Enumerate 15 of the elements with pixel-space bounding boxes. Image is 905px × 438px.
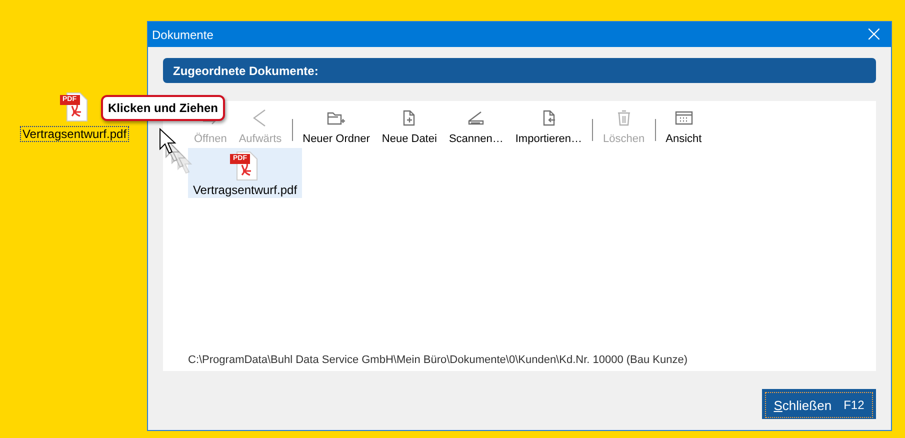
tooltip: Klicken und Ziehen: [101, 95, 226, 121]
toolbar-button[interactable]: Ansicht: [660, 109, 708, 145]
folder-path: C:\ProgramData\Buhl Data Service GmbH\Mein Büro\Dokumente\0\Kunden\Kd.Nr. 10000 (Bau Kunze): [188, 354, 689, 366]
close-button[interactable]: ×: [857, 22, 891, 47]
close-dialog-button[interactable]: Schließen F12: [762, 389, 876, 419]
toolbar-button[interactable]: Scannen…: [442, 109, 510, 145]
toolbar-button[interactable]: Neuer Ordner: [296, 109, 376, 145]
toolbar-button[interactable]: Neue Datei: [376, 109, 443, 145]
toolbar-button[interactable]: Importieren…: [509, 109, 588, 145]
file-name: Vertragsentwurf.pdf: [192, 183, 298, 197]
section-title: Zugeordnete Dokumente:: [173, 64, 318, 78]
window-title: Dokumente: [152, 28, 214, 42]
scanner-icon: [466, 109, 486, 127]
grid-view-icon: [674, 109, 694, 127]
desktop-file-name[interactable]: Vertragsentwurf.pdf: [20, 126, 129, 142]
